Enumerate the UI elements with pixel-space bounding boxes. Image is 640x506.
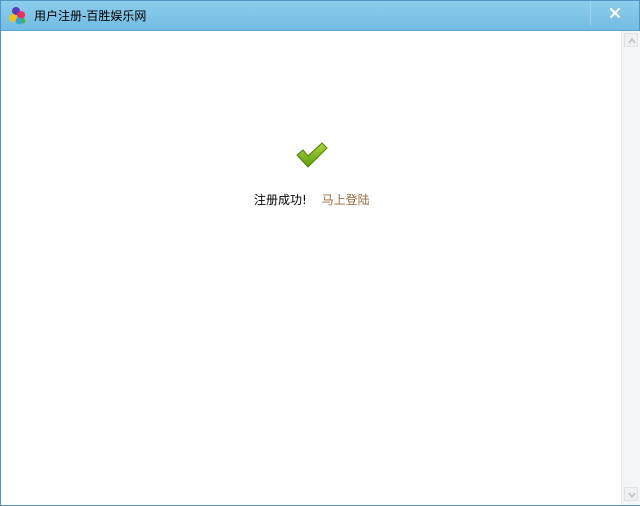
- success-message: 注册成功!: [254, 193, 307, 207]
- window-title: 用户注册-百胜娱乐网: [34, 9, 147, 23]
- message-row: 注册成功! 马上登陆: [254, 192, 370, 208]
- close-button[interactable]: [590, 1, 639, 26]
- scroll-down-button[interactable]: [624, 487, 638, 501]
- dialog-window: 用户注册-百胜娱乐网 注册成功! 马上登陆: [0, 0, 640, 506]
- vertical-scrollbar[interactable]: [621, 31, 640, 505]
- close-icon: [610, 8, 620, 18]
- login-link[interactable]: 马上登陆: [322, 193, 370, 207]
- scroll-up-arrow-icon: [628, 37, 636, 44]
- colorful-butterfly-icon: [9, 7, 26, 25]
- scroll-up-button[interactable]: [624, 33, 638, 47]
- scroll-down-arrow-icon: [628, 492, 636, 499]
- title-bar[interactable]: 用户注册-百胜娱乐网: [1, 1, 639, 31]
- checkmark-icon: [296, 142, 328, 168]
- content-area: 注册成功! 马上登陆: [4, 31, 621, 503]
